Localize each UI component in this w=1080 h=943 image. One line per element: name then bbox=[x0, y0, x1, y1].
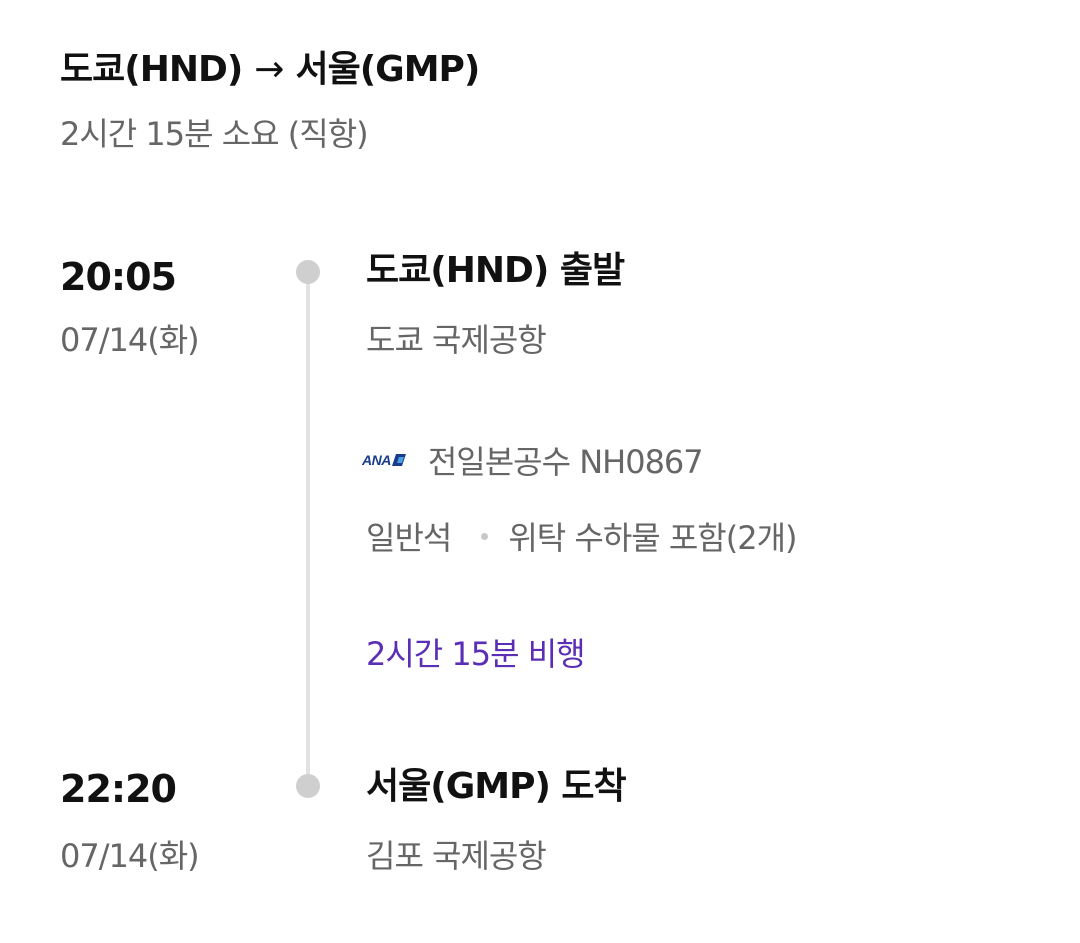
route-arrow-icon: → bbox=[254, 49, 284, 90]
arrival-title: 서울(GMP) 도착 bbox=[366, 766, 627, 807]
cabin-class: 일반석 bbox=[366, 519, 452, 557]
route-destination: 서울(GMP) bbox=[295, 49, 480, 90]
arrival-dot-icon bbox=[296, 774, 320, 798]
departure-dot-icon bbox=[296, 260, 320, 284]
route-origin: 도쿄(HND) bbox=[60, 49, 243, 90]
departure-time: 20:05 bbox=[60, 255, 177, 299]
bullet-icon bbox=[481, 532, 489, 540]
baggage-info: 위탁 수하물 포함(2개) bbox=[508, 519, 797, 557]
arrival-airport: 김포 국제공항 bbox=[366, 837, 547, 875]
arrival-time: 22:20 bbox=[60, 767, 177, 811]
airline-flight-number: 전일본공수 NH0867 bbox=[427, 443, 704, 481]
seat-baggage-row: 일반석 위탁 수하물 포함(2개) bbox=[366, 512, 798, 560]
route-summary: 2시간 15분 소요 (직항) bbox=[60, 115, 369, 153]
timeline-line bbox=[306, 272, 310, 784]
departure-airport: 도쿄 국제공항 bbox=[366, 321, 547, 359]
route-title: 도쿄(HND) → 서울(GMP) bbox=[60, 44, 480, 96]
arrival-date: 07/14(화) bbox=[60, 837, 200, 875]
departure-date: 07/14(화) bbox=[60, 321, 200, 359]
departure-title: 도쿄(HND) 출발 bbox=[366, 250, 625, 291]
flight-duration: 2시간 15분 비행 bbox=[366, 635, 586, 673]
ana-logo-icon: ANA bbox=[362, 452, 406, 468]
airline-row: ANA 전일본공수 NH0867 bbox=[362, 436, 704, 484]
